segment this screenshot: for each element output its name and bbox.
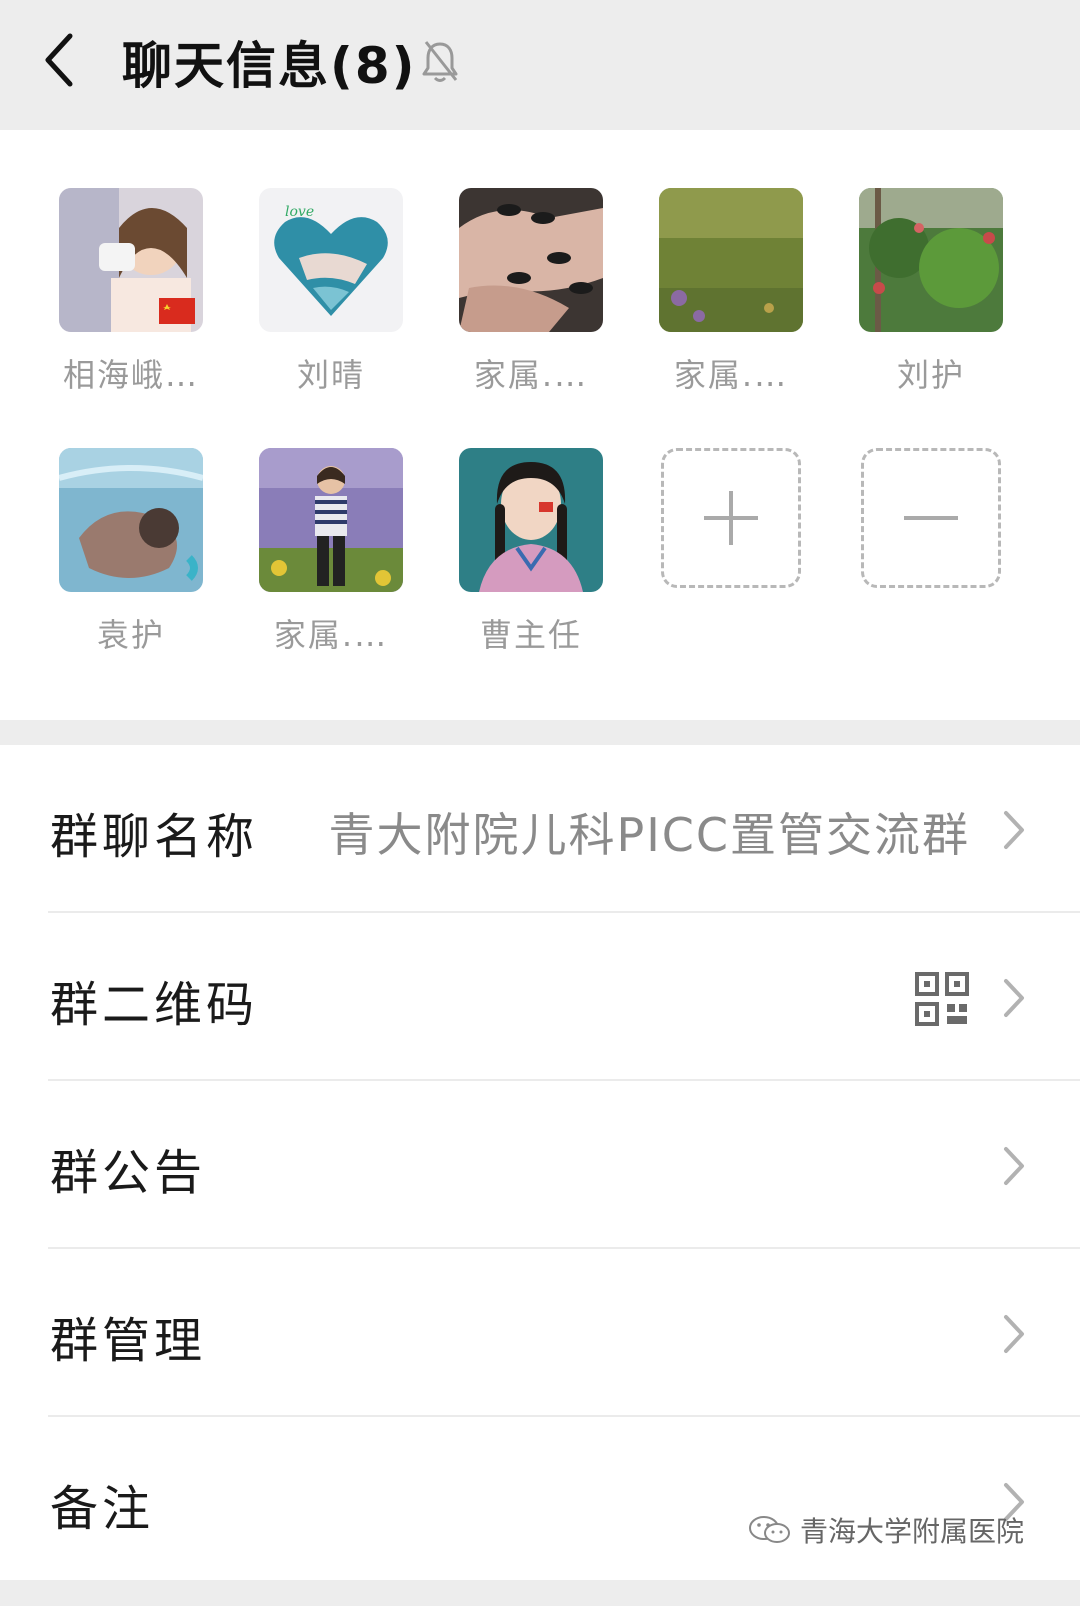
group-management-row[interactable]: 群管理 — [0, 1249, 1080, 1417]
member-item[interactable]: 家属.… — [656, 188, 806, 398]
chevron-right-icon — [1004, 1147, 1024, 1185]
chevron-right-icon — [1004, 1315, 1024, 1353]
chevron-right-icon — [1004, 811, 1024, 849]
settings-list: 群聊名称 青大附院儿科PICC置管交流群 群二维码 群公告 群管理 备注 青海大… — [0, 745, 1080, 1580]
member-item[interactable]: 相海峨… — [56, 188, 206, 398]
girl-drinking-avatar — [59, 188, 203, 332]
remove-member-button[interactable] — [856, 448, 1006, 658]
minus-icon — [904, 516, 958, 520]
chevron-right-icon — [1004, 979, 1024, 1017]
group-name-row[interactable]: 群聊名称 青大附院儿科PICC置管交流群 — [0, 745, 1080, 913]
grass-field-avatar — [659, 188, 803, 332]
member-grid: 相海峨… love 刘晴 家属.… 家属.… 刘护 袁护 家属.… 曹主任 — [0, 130, 1080, 720]
member-item[interactable]: 家属.… — [256, 448, 406, 658]
member-item[interactable]: 曹主任 — [456, 448, 606, 658]
back-button[interactable] — [40, 30, 80, 90]
plus-icon — [704, 491, 758, 545]
header-bar: 聊天信息(8) — [0, 0, 1080, 130]
flower-bush-avatar — [859, 188, 1003, 332]
watermark: 青海大学附属医院 — [748, 1510, 1024, 1550]
member-item[interactable]: love 刘晴 — [256, 188, 406, 398]
group-announcement-row[interactable]: 群公告 — [0, 1081, 1080, 1249]
wechat-icon — [748, 1516, 790, 1543]
child-lavender-avatar — [259, 448, 403, 592]
swimmer-avatar — [59, 448, 203, 592]
member-item[interactable]: 袁护 — [56, 448, 206, 658]
svg-text:love: love — [285, 204, 314, 220]
chat-info-page: 聊天信息(8) 相海峨… love 刘晴 家属.… 家属.… 刘护 袁护 家属.… — [0, 0, 1080, 1606]
member-item[interactable]: 刘护 — [856, 188, 1006, 398]
add-member-button[interactable] — [656, 448, 806, 658]
group-name-value: 青大附院儿科PICC置管交流群 — [328, 808, 970, 862]
nails-avatar — [459, 188, 603, 332]
heart-photo-avatar: love — [259, 188, 403, 332]
qr-code-icon — [915, 972, 969, 1026]
remark-row[interactable]: 备注 — [0, 1417, 1080, 1585]
group-qr-row[interactable]: 群二维码 — [0, 913, 1080, 1081]
member-item[interactable]: 家属.… — [456, 188, 606, 398]
bell-off-icon — [422, 41, 458, 82]
page-title: 聊天信息(8) — [122, 37, 417, 95]
braided-girl-avatar — [459, 448, 603, 592]
chevron-left-icon — [45, 33, 73, 87]
